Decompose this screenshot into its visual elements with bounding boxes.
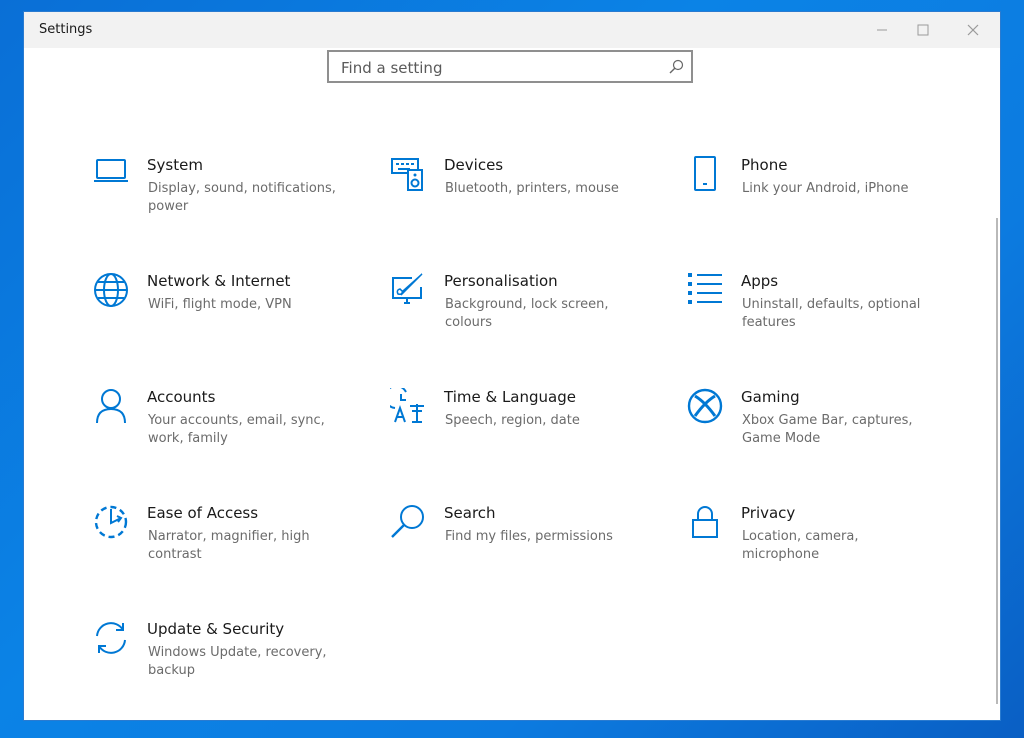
- laptop-icon: [93, 156, 129, 196]
- tile-title: System: [147, 156, 203, 174]
- settings-window: Settings Find a setting System Display, …: [24, 12, 1000, 720]
- tile-description: WiFi, flight mode, VPN: [148, 297, 292, 312]
- tile-title: Ease of Access: [147, 504, 259, 522]
- tile-update-security[interactable]: Update & Security Windows Update, recove…: [93, 620, 353, 700]
- paint-pen-icon: [390, 272, 426, 312]
- tile-devices[interactable]: Devices Bluetooth, printers, mouse: [390, 156, 650, 236]
- tile-network-internet[interactable]: Network & Internet WiFi, flight mode, VP…: [93, 272, 353, 352]
- title-bar[interactable]: Settings: [24, 12, 1000, 48]
- minimize-icon: [877, 29, 887, 31]
- search-icon[interactable]: [668, 59, 684, 79]
- magnifier-icon: [390, 504, 426, 544]
- tile-description: Background, lock screen, colours: [445, 297, 609, 330]
- tile-title: Update & Security: [147, 620, 285, 638]
- tile-privacy[interactable]: Privacy Location, camera, microphone: [687, 504, 947, 584]
- minimize-button[interactable]: [859, 12, 905, 48]
- ease-of-access-icon: [93, 504, 129, 544]
- phone-icon: [687, 156, 723, 196]
- maximize-button[interactable]: [900, 12, 946, 48]
- tile-description: Display, sound, notifications, power: [148, 181, 336, 214]
- tile-title: Time & Language: [444, 388, 576, 406]
- tile-search[interactable]: Search Find my files, permissions: [390, 504, 650, 584]
- scrollbar[interactable]: [996, 218, 998, 704]
- keyboard-speaker-icon: [390, 156, 426, 196]
- tile-description: Uninstall, defaults, optional features: [742, 297, 921, 330]
- tile-title: Search: [444, 504, 496, 522]
- tile-title: Phone: [741, 156, 788, 174]
- tile-gaming[interactable]: Gaming Xbox Game Bar, captures, Game Mod…: [687, 388, 947, 468]
- tile-description: Location, camera, microphone: [742, 529, 859, 562]
- tile-title: Devices: [444, 156, 504, 174]
- sync-icon: [93, 620, 129, 660]
- tile-personalisation[interactable]: Personalisation Background, lock screen,…: [390, 272, 650, 352]
- maximize-icon: [917, 24, 929, 36]
- tile-accounts[interactable]: Accounts Your accounts, email, sync, wor…: [93, 388, 353, 468]
- tile-ease-of-access[interactable]: Ease of Access Narrator, magnifier, high…: [93, 504, 353, 584]
- list-icon: [687, 272, 723, 312]
- close-button[interactable]: [950, 12, 996, 48]
- tile-description: Windows Update, recovery, backup: [148, 645, 327, 678]
- tile-apps[interactable]: Apps Uninstall, defaults, optional featu…: [687, 272, 947, 352]
- tile-title: Gaming: [741, 388, 800, 406]
- globe-icon: [93, 272, 129, 312]
- tile-time-language[interactable]: Time & Language Speech, region, date: [390, 388, 650, 468]
- tile-title: Personalisation: [444, 272, 558, 290]
- xbox-icon: [687, 388, 723, 428]
- tile-title: Accounts: [147, 388, 216, 406]
- tile-phone[interactable]: Phone Link your Android, iPhone: [687, 156, 947, 236]
- close-icon: [967, 24, 979, 36]
- tile-description: Narrator, magnifier, high contrast: [148, 529, 310, 562]
- tile-description: Bluetooth, printers, mouse: [445, 181, 619, 196]
- search-input[interactable]: Find a setting: [327, 50, 693, 83]
- tile-description: Link your Android, iPhone: [742, 181, 909, 196]
- tile-title: Network & Internet: [147, 272, 291, 290]
- person-icon: [93, 388, 129, 428]
- time-language-icon: [390, 388, 426, 428]
- window-title: Settings: [39, 22, 93, 37]
- tile-description: Speech, region, date: [445, 413, 580, 428]
- tile-title: Privacy: [741, 504, 796, 522]
- tile-description: Xbox Game Bar, captures, Game Mode: [742, 413, 913, 446]
- tile-system[interactable]: System Display, sound, notifications, po…: [93, 156, 353, 236]
- tile-description: Your accounts, email, sync, work, family: [148, 413, 325, 446]
- lock-icon: [687, 504, 723, 544]
- search-placeholder: Find a setting: [341, 59, 443, 77]
- tile-description: Find my files, permissions: [445, 529, 613, 544]
- tile-title: Apps: [741, 272, 779, 290]
